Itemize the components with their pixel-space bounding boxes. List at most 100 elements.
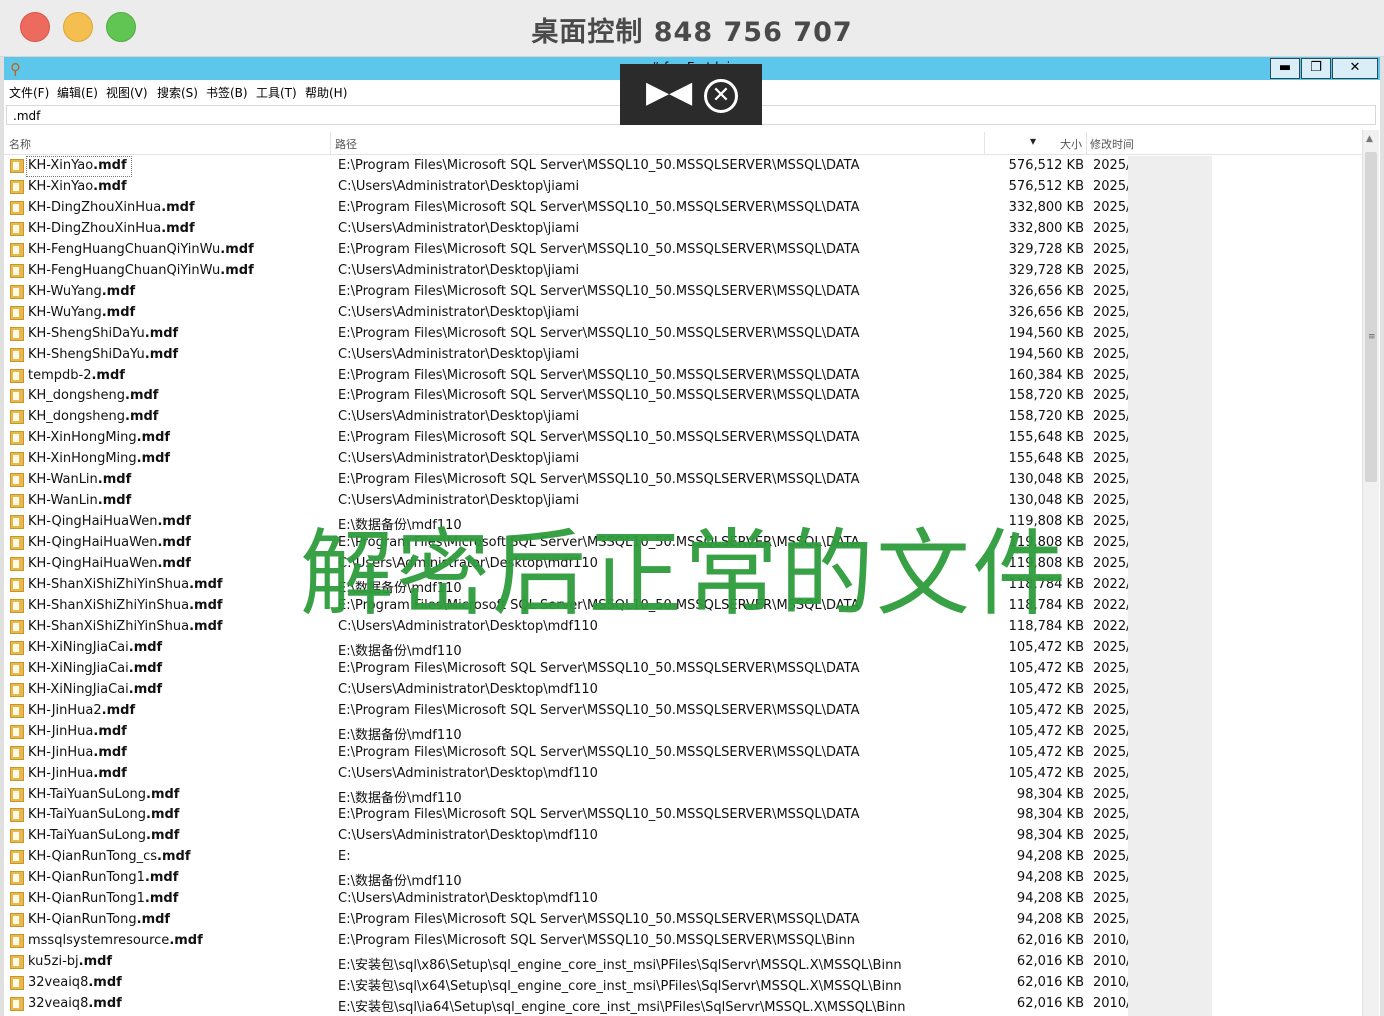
file-name: 32veaiq8.mdf — [28, 996, 122, 1011]
file-size: 332,800 KB — [1008, 220, 1084, 236]
file-name: KH-DingZhouXinHua.mdf — [28, 221, 195, 236]
file-extension: .mdf — [169, 933, 203, 949]
database-file-icon — [10, 347, 24, 362]
file-basename: KH-ShengShiDaYu — [28, 325, 145, 341]
collapse-toolbar-icon[interactable]: ▶◀ — [646, 78, 692, 108]
window-title: 桌面控制 848 756 707 — [531, 17, 853, 48]
file-modified: 2025/ — [1093, 660, 1131, 676]
file-basename: ku5zi-bj — [28, 954, 79, 970]
column-name-header[interactable]: 名称 — [9, 136, 31, 152]
file-name: KH-ShengShiDaYu.mdf — [28, 347, 178, 362]
database-file-icon — [10, 661, 24, 676]
database-file-icon — [10, 640, 24, 655]
file-name: KH-WuYang.mdf — [28, 284, 135, 299]
file-path: C:\Users\Administrator\Desktop\mdf110 — [338, 681, 598, 697]
file-size: 62,016 KB — [1016, 954, 1084, 970]
file-modified: 2025/ — [1093, 828, 1131, 844]
file-name: KH_dongsheng.mdf — [28, 409, 158, 424]
file-modified: 2010/ — [1093, 996, 1131, 1011]
file-basename: KH-QianRunTong1 — [28, 870, 145, 886]
close-button[interactable]: ✕ — [1332, 58, 1378, 79]
database-file-icon — [10, 159, 24, 173]
magnifier-icon: ⚲ — [10, 60, 21, 78]
maximize-button[interactable]: ❐ — [1301, 58, 1331, 79]
file-name: KH-QianRunTong1.mdf — [28, 870, 178, 885]
file-name: KH-TaiYuanSuLong.mdf — [28, 807, 179, 822]
database-file-icon — [10, 724, 24, 739]
minimize-button[interactable]: ▬ — [1270, 58, 1300, 79]
database-file-icon — [10, 934, 24, 949]
file-size: 194,560 KB — [1008, 325, 1084, 341]
column-divider[interactable] — [330, 132, 331, 154]
menu-item[interactable]: 帮助(H) — [305, 84, 347, 101]
database-file-icon — [10, 997, 24, 1011]
file-extension: .mdf — [136, 451, 171, 467]
file-size: 160,384 KB — [1008, 367, 1084, 383]
file-size: 105,472 KB — [1008, 702, 1084, 718]
column-divider[interactable] — [1086, 132, 1087, 154]
file-name: tempdb-2.mdf — [28, 368, 125, 383]
file-modified: 2025/ — [1093, 535, 1131, 551]
file-extension: .mdf — [88, 975, 122, 991]
menu-item[interactable]: 视图(V) — [106, 84, 148, 101]
menu-item[interactable]: 搜索(S) — [157, 84, 198, 101]
menu-item[interactable]: 编辑(E) — [57, 84, 98, 101]
database-file-icon — [10, 557, 24, 572]
file-basename: KH-QingHaiHuaWen — [28, 556, 158, 572]
file-path: E:\Program Files\Microsoft SQL Server\MS… — [338, 367, 860, 383]
file-basename: KH-ShanXiShiZhiYinShua — [28, 577, 190, 592]
disconnect-icon[interactable]: ✕ — [704, 79, 738, 113]
window-right-edge — [1380, 57, 1384, 1016]
file-extension: .mdf — [93, 723, 127, 739]
file-path: E:\Program Files\Microsoft SQL Server\MS… — [338, 283, 860, 299]
file-name: KH-DingZhouXinHua.mdf — [28, 200, 195, 215]
file-extension: .mdf — [136, 912, 171, 928]
file-size: 105,472 KB — [1008, 660, 1084, 676]
menu-item[interactable]: 文件(F) — [9, 84, 49, 101]
file-name: KH-FengHuangChuanQiYinWu.mdf — [28, 242, 254, 257]
file-modified: 2010/ — [1093, 954, 1131, 970]
scroll-thumb[interactable]: ≡ — [1365, 152, 1377, 482]
file-name: KH-TaiYuanSuLong.mdf — [28, 828, 179, 843]
file-size: 158,720 KB — [1008, 409, 1084, 425]
file-path: E:\Program Files\Microsoft SQL Server\MS… — [338, 325, 860, 341]
file-basename: KH-XiNingJiaCai — [28, 639, 129, 655]
column-modified-header[interactable]: 修改时间 — [1090, 136, 1134, 152]
database-file-icon — [10, 431, 24, 446]
file-modified: 2022/ — [1093, 577, 1131, 592]
file-path: E: — [338, 849, 351, 865]
file-modified: 2025/ — [1093, 220, 1131, 236]
column-size-header[interactable]: 大小 — [1060, 136, 1082, 152]
column-path-header[interactable]: 路径 — [335, 136, 357, 152]
file-path: E:\Program Files\Microsoft SQL Server\MS… — [338, 472, 860, 488]
database-file-icon — [10, 263, 24, 278]
file-name: KH-XinHongMing.mdf — [28, 451, 170, 466]
database-file-icon — [10, 305, 24, 320]
scroll-up-icon[interactable]: ▲ — [1366, 134, 1373, 144]
file-basename: KH-FengHuangChuanQiYinWu — [28, 241, 221, 257]
file-modified: 2025/ — [1093, 556, 1131, 572]
menu-item[interactable]: 工具(T) — [256, 84, 297, 101]
file-name: KH-ShanXiShiZhiYinShua.mdf — [28, 619, 223, 634]
file-size: 576,512 KB — [1008, 158, 1084, 173]
file-name: mssqlsystemresource.mdf — [28, 933, 203, 948]
file-basename: KH-JinHua — [28, 744, 94, 760]
database-file-icon — [10, 473, 24, 488]
file-path: E:\Program Files\Microsoft SQL Server\MS… — [338, 912, 860, 928]
file-path: E:\Program Files\Microsoft SQL Server\MS… — [338, 158, 860, 173]
file-extension: .mdf — [189, 618, 223, 634]
vertical-scrollbar[interactable]: ▲ ≡ — [1362, 130, 1379, 1016]
file-modified: 2025/ — [1093, 283, 1131, 299]
file-modified: 2025/ — [1093, 367, 1131, 383]
file-basename: KH-WanLin — [28, 493, 98, 509]
file-extension: .mdf — [91, 367, 125, 383]
file-extension: .mdf — [146, 807, 180, 823]
file-path: C:\Users\Administrator\Desktop\mdf110 — [338, 828, 598, 844]
file-name: KH-TaiYuanSuLong.mdf — [28, 787, 179, 802]
menu-item[interactable]: 书签(B) — [206, 84, 248, 101]
file-basename: KH-WanLin — [28, 472, 98, 488]
database-file-icon — [10, 829, 24, 844]
file-path: E:\数据备份\mdf110 — [338, 790, 462, 806]
file-basename: KH-DingZhouXinHua — [28, 220, 162, 236]
column-divider[interactable] — [984, 132, 985, 154]
